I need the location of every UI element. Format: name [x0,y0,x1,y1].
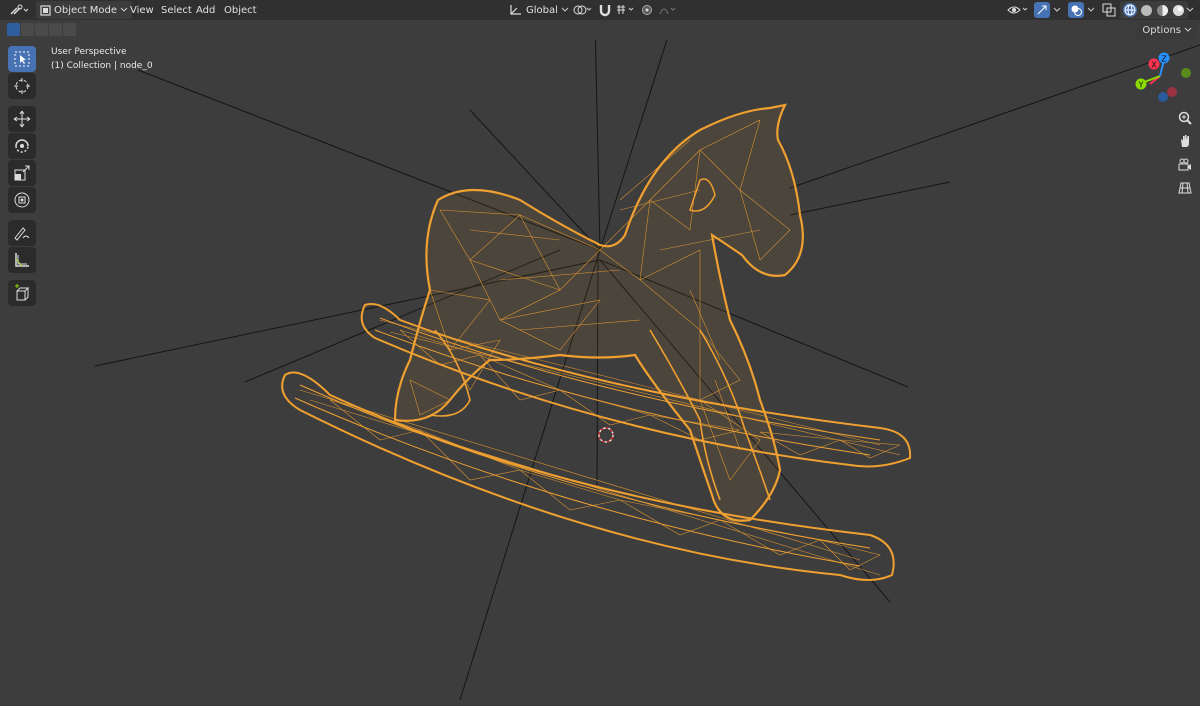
3d-viewport[interactable]: X Y Z [0,40,1200,706]
options-dropdown[interactable]: Options [1137,21,1197,39]
add-cube-icon [15,284,30,301]
snap-target-dropdown[interactable] [616,1,638,19]
solid-shading-icon[interactable] [1140,4,1153,17]
select-subtract-icon[interactable] [35,23,48,36]
menu-add[interactable]: Add [196,0,215,20]
select-difference-icon[interactable] [49,23,62,36]
selection-mode-group [7,23,76,36]
transform-orientation-dropdown[interactable]: Global [509,1,569,19]
mode-dropdown[interactable]: Object Mode [36,1,132,19]
proportional-falloff-dropdown[interactable] [658,1,678,19]
hand-icon [1181,135,1189,147]
gizmo-neg-y-axis[interactable] [1181,68,1191,78]
transform-icon [14,192,30,208]
eye-icon [1007,6,1028,14]
perspective-label: User Perspective [51,47,127,57]
wireframe-shading-icon[interactable] [1123,3,1137,17]
gizmo-neg-x-axis[interactable] [1167,87,1177,97]
annotate-tool[interactable] [8,220,36,246]
menu-view[interactable]: View [130,0,154,20]
visibility-dropdown[interactable] [1007,1,1029,19]
overlays-toggle[interactable] [1068,1,1095,19]
select-new-icon[interactable] [7,23,20,36]
chevron-down-icon [1186,7,1194,12]
scale-icon [14,165,30,181]
select-box-tool[interactable] [8,46,36,72]
gizmo-toggle[interactable] [1034,1,1061,19]
xray-toggle[interactable] [1102,1,1116,19]
add-cube-tool[interactable] [8,280,36,306]
select-intersect-icon[interactable] [63,23,76,36]
snap-increment-icon [617,5,634,14]
editor-type-icon [10,4,29,15]
measure-icon [15,253,29,267]
3d-cursor [598,427,614,443]
mode-label: Object Mode [54,4,117,16]
gizmo-z-label: Z [1161,55,1167,64]
rotate-tool[interactable] [8,133,36,159]
transform-tool[interactable] [8,187,36,213]
gizmo-x-label: X [1151,61,1157,70]
object-mode-icon [40,4,51,16]
material-shading-icon[interactable] [1156,4,1169,17]
tool-shelf [8,46,38,307]
shading-dropdown[interactable] [1186,1,1194,19]
scale-tool[interactable] [8,160,36,186]
proportional-edit-icon [642,5,652,15]
editor-type-button[interactable] [8,1,30,19]
annotate-icon [14,227,30,241]
overlays-icon [1068,2,1084,18]
chevron-down-icon [561,7,569,12]
move-tool[interactable] [8,106,36,132]
falloff-icon [659,7,676,15]
menu-select[interactable]: Select [161,0,192,20]
orientation-icon [510,5,521,15]
cursor-icon [14,78,30,94]
proportional-edit-toggle[interactable] [641,1,653,19]
select-box-icon [14,51,30,67]
pivot-point-dropdown[interactable] [572,1,594,19]
pivot-icon [573,5,592,15]
zoom-button[interactable] [1175,108,1195,128]
gizmo-icon [1034,2,1050,18]
measure-tool[interactable] [8,247,36,273]
perspective-toggle-button[interactable] [1175,178,1195,198]
collection-label: (1) Collection | node_0 [51,61,153,71]
grid-icon [1178,182,1192,194]
magnet-icon [599,5,611,17]
navigation-gizmo[interactable]: X Y Z [1135,52,1192,103]
move-icon [13,110,31,128]
pan-button[interactable] [1175,131,1195,151]
xray-icon [1102,3,1116,17]
zoom-icon [1178,111,1192,125]
orientation-label: Global [526,4,558,16]
snap-toggle[interactable] [598,1,612,19]
gizmo-y-label: Y [1138,81,1144,90]
viewport-header: Object Mode View Select Add Object Globa… [0,0,1200,20]
shading-mode-group [1120,1,1188,19]
rendered-shading-icon[interactable] [1172,4,1185,17]
camera-icon [1178,158,1191,171]
gizmo-neg-z-axis[interactable] [1158,92,1168,102]
chevron-down-icon [120,7,128,12]
chevron-down-icon [1087,7,1095,12]
chevron-down-icon [1184,27,1192,32]
options-label: Options [1142,24,1181,36]
chevron-down-icon [1053,7,1061,12]
camera-view-button[interactable] [1175,155,1195,175]
rocking-horse-wireframe[interactable] [281,103,912,581]
rotate-icon [15,139,29,153]
select-extend-icon[interactable] [21,23,34,36]
cursor-tool[interactable] [8,73,36,99]
menu-object[interactable]: Object [224,0,257,20]
